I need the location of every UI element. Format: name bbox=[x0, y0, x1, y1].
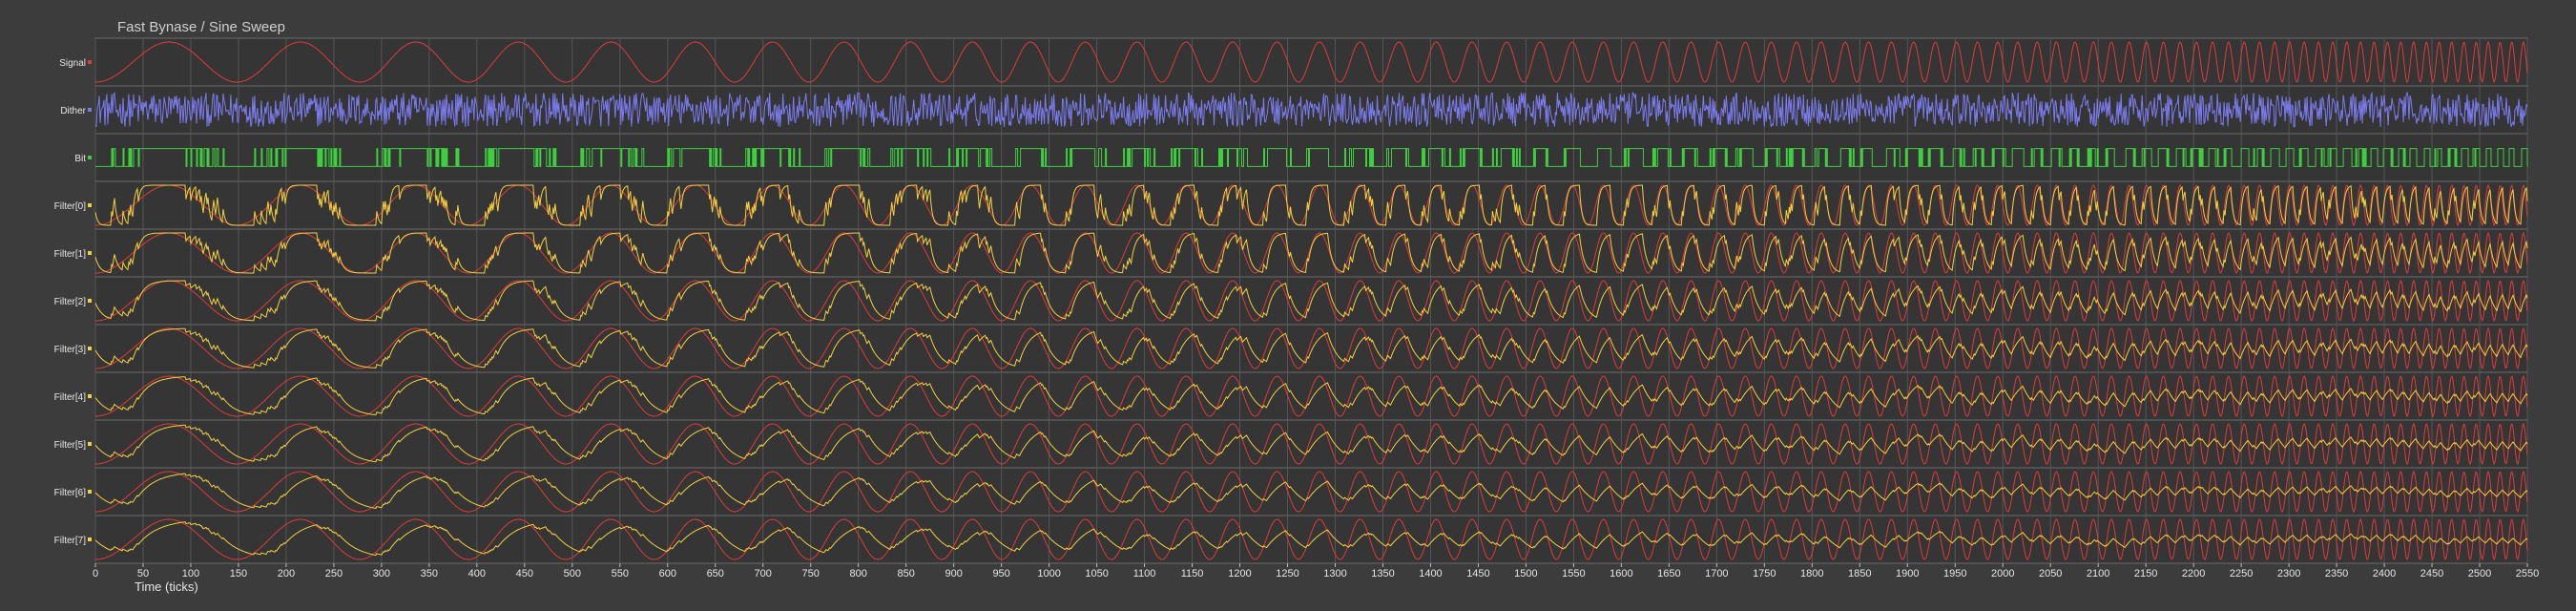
x-tick-label: 1100 bbox=[1133, 568, 1156, 579]
x-tick-label: 1200 bbox=[1228, 568, 1251, 579]
x-tick-label: 2150 bbox=[2134, 568, 2157, 579]
series-label: Bit bbox=[74, 154, 86, 164]
series-swatch bbox=[88, 156, 92, 159]
x-tick-label: 600 bbox=[659, 568, 676, 579]
series-swatch bbox=[88, 108, 92, 112]
panel-frame bbox=[94, 419, 2528, 469]
x-tick-label: 200 bbox=[278, 568, 295, 579]
x-tick-label: 1000 bbox=[1037, 568, 1060, 579]
x-tick-label: 500 bbox=[564, 568, 581, 579]
x-tick-label: 650 bbox=[707, 568, 724, 579]
x-tick-label: 2450 bbox=[2420, 568, 2443, 579]
series-swatch bbox=[88, 60, 92, 64]
x-tick-label: 150 bbox=[230, 568, 247, 579]
chart-title: Fast Bynase / Sine Sweep bbox=[117, 19, 285, 35]
x-tick-label: 2050 bbox=[2039, 568, 2062, 579]
series-label: Filter[2] bbox=[54, 297, 87, 307]
x-tick-label: 900 bbox=[945, 568, 962, 579]
x-tick-label: 300 bbox=[373, 568, 390, 579]
x-tick-label: 350 bbox=[421, 568, 438, 579]
chart-stage: Fast Bynase / Sine Sweep Signal Dither Bit… bbox=[0, 0, 2576, 611]
x-tick-label: 1250 bbox=[1276, 568, 1298, 579]
panel-frame bbox=[94, 37, 2528, 87]
series-swatch bbox=[88, 203, 92, 207]
panel-frame bbox=[94, 371, 2528, 421]
series-label: Dither bbox=[60, 106, 86, 116]
x-tick-label: 1800 bbox=[1800, 568, 1823, 579]
panel-filter-4-: Filter[4] bbox=[54, 371, 2528, 421]
x-tick-label: 2350 bbox=[2325, 568, 2348, 579]
panel-filter-3-: Filter[3] bbox=[54, 324, 2528, 373]
series-swatch bbox=[88, 347, 92, 350]
x-axis-label: Time (ticks) bbox=[135, 579, 198, 594]
x-axis: 0 50 100 150 200 250 300 350 400 450 500 550 600 650 7… bbox=[93, 563, 2539, 579]
x-tick-label: 1450 bbox=[1466, 568, 1489, 579]
x-tick-label: 1400 bbox=[1419, 568, 1442, 579]
x-tick-label: 1600 bbox=[1610, 568, 1632, 579]
x-tick-label: 800 bbox=[850, 568, 867, 579]
x-tick-label: 2500 bbox=[2468, 568, 2491, 579]
panel-filter-2-: Filter[2] bbox=[54, 276, 2528, 326]
x-tick-label: 700 bbox=[755, 568, 772, 579]
series-swatch bbox=[88, 442, 92, 446]
x-tick-label: 850 bbox=[897, 568, 914, 579]
x-tick-label: 1150 bbox=[1181, 568, 1204, 579]
panel-frame bbox=[94, 228, 2528, 278]
panel-frame bbox=[94, 324, 2528, 373]
series-label: Signal bbox=[59, 58, 86, 69]
series-label: Filter[4] bbox=[54, 392, 87, 403]
series-label: Filter[6] bbox=[54, 488, 87, 498]
x-tick-label: 50 bbox=[137, 568, 149, 579]
x-tick-label: 100 bbox=[182, 568, 199, 579]
x-tick-label: 1700 bbox=[1705, 568, 1728, 579]
x-tick-label: 1550 bbox=[1562, 568, 1585, 579]
x-tick-label: 2400 bbox=[2373, 568, 2396, 579]
series-swatch bbox=[88, 394, 92, 398]
panel-filter-5-: Filter[5] bbox=[54, 419, 2528, 469]
x-tick-label: 400 bbox=[468, 568, 486, 579]
x-tick-label: 250 bbox=[325, 568, 343, 579]
panel-filter-1-: Filter[1] bbox=[54, 228, 2528, 278]
panel-frame bbox=[94, 467, 2528, 516]
panels: Signal Dither Bit Filter[0] Filter[1] Filter[… bbox=[54, 37, 2528, 564]
x-tick-label: 1950 bbox=[1943, 568, 1966, 579]
series-swatch bbox=[88, 537, 92, 541]
series-label: Filter[0] bbox=[54, 201, 87, 212]
x-tick-label: 550 bbox=[612, 568, 629, 579]
x-tick-label: 450 bbox=[516, 568, 533, 579]
x-tick-label: 0 bbox=[93, 568, 98, 579]
x-tick-label: 950 bbox=[992, 568, 1009, 579]
panel-frame bbox=[94, 515, 2528, 564]
x-tick-label: 2000 bbox=[1991, 568, 2014, 579]
panel-frame bbox=[94, 133, 2528, 182]
x-tick-label: 1750 bbox=[1753, 568, 1776, 579]
x-tick-label: 750 bbox=[802, 568, 820, 579]
x-tick-label: 1850 bbox=[1848, 568, 1871, 579]
x-tick-label: 2100 bbox=[2087, 568, 2109, 579]
x-tick-label: 1050 bbox=[1085, 568, 1108, 579]
sine-sweep-chart: Fast Bynase / Sine Sweep Signal Dither Bit… bbox=[54, 19, 2540, 594]
x-tick-label: 2300 bbox=[2277, 568, 2300, 579]
panel-filter-6-: Filter[6] bbox=[54, 467, 2528, 516]
panel-dither: Dither bbox=[60, 85, 2528, 135]
panel-bit: Bit bbox=[74, 133, 2528, 182]
series-swatch bbox=[88, 251, 92, 255]
panel-signal: Signal bbox=[59, 37, 2528, 87]
series-label: Filter[5] bbox=[54, 440, 87, 451]
series-swatch bbox=[88, 490, 92, 494]
series-swatch bbox=[88, 299, 92, 303]
x-tick-label: 1650 bbox=[1657, 568, 1680, 579]
series-label: Filter[7] bbox=[54, 536, 87, 546]
x-tick-label: 2550 bbox=[2516, 568, 2539, 579]
x-tick-label: 2250 bbox=[2230, 568, 2253, 579]
x-tick-label: 2200 bbox=[2182, 568, 2205, 579]
series-label: Filter[3] bbox=[54, 345, 87, 355]
panel-filter-7-: Filter[7] bbox=[54, 515, 2528, 564]
panel-filter-0-: Filter[0] bbox=[54, 180, 2528, 230]
x-tick-label: 1900 bbox=[1896, 568, 1919, 579]
x-tick-label: 1300 bbox=[1323, 568, 1346, 579]
x-tick-label: 1500 bbox=[1514, 568, 1537, 579]
series-label: Filter[1] bbox=[54, 249, 87, 260]
x-tick-label: 1350 bbox=[1371, 568, 1394, 579]
